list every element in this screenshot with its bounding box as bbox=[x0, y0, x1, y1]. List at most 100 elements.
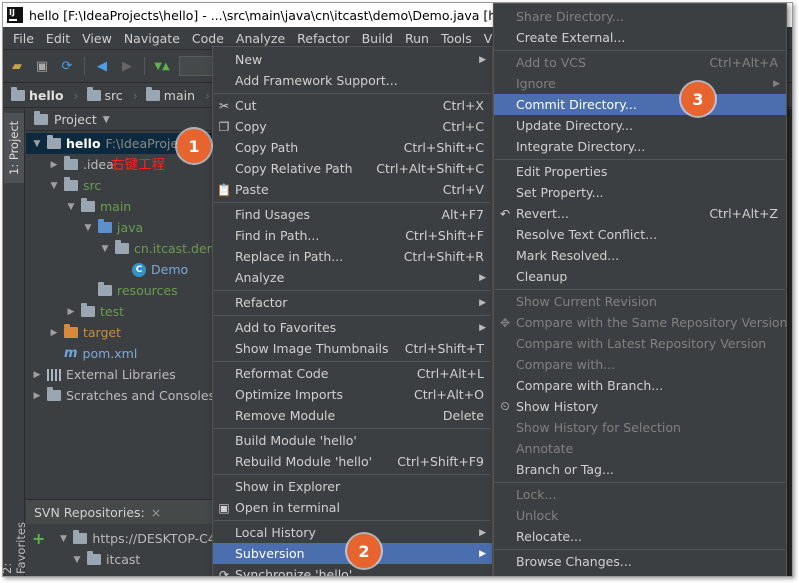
back-arrow-icon[interactable]: ◀ bbox=[94, 58, 110, 74]
menu-refactor[interactable]: Refactor bbox=[291, 31, 355, 46]
menu-item-analyze[interactable]: Analyze ▶ bbox=[213, 267, 492, 288]
menu-view[interactable]: View bbox=[76, 31, 118, 46]
folder-icon bbox=[81, 198, 95, 212]
expand-arrow-icon[interactable]: ▶ bbox=[49, 160, 59, 170]
tree-item-cn-itcast-dem[interactable]: ▼ cn.itcast.dem bbox=[100, 238, 216, 259]
close-icon[interactable]: × bbox=[151, 505, 161, 520]
menu-item-add-to-favorites[interactable]: Add to Favorites ▶ bbox=[213, 317, 492, 338]
menu-item-mark-resolved[interactable]: Mark Resolved... bbox=[494, 245, 786, 266]
menu-item-copy-path[interactable]: Copy Path Ctrl+Shift+C bbox=[213, 137, 492, 158]
menu-tools[interactable]: Tools bbox=[435, 31, 478, 46]
menu-run[interactable]: Run bbox=[399, 31, 435, 46]
menu-item-add-framework-support[interactable]: Add Framework Support... bbox=[213, 70, 492, 91]
package-icon bbox=[115, 240, 129, 254]
expand-arrow-icon[interactable]: ▼ bbox=[58, 534, 68, 544]
submenu-arrow-icon: ▶ bbox=[479, 272, 486, 283]
menu-item-open-in-terminal[interactable]: ▣ Open in terminal bbox=[213, 497, 492, 518]
menu-analyze[interactable]: Analyze bbox=[230, 31, 291, 46]
tree-item-idea[interactable]: ▶ .idea bbox=[49, 154, 114, 175]
menu-item-branch-or-tag[interactable]: Branch or Tag... bbox=[494, 459, 786, 480]
tree-item-src[interactable]: ▼ src bbox=[49, 175, 101, 196]
menu-item-rebuild-module-hello[interactable]: Rebuild Module 'hello' Ctrl+Shift+F9 bbox=[213, 451, 492, 472]
breadcrumb-item-project[interactable]: hello bbox=[11, 86, 64, 103]
submenu-arrow-icon: ▶ bbox=[773, 78, 780, 89]
menu-item-copy[interactable]: ❐ Copy Ctrl+C bbox=[213, 116, 492, 137]
menu-item-revert[interactable]: ↶ Revert... Ctrl+Alt+Z bbox=[494, 203, 786, 224]
menu-item-browse-changes[interactable]: Browse Changes... bbox=[494, 551, 786, 572]
expand-arrow-icon[interactable]: ▼ bbox=[83, 223, 93, 233]
tree-item-demo[interactable]: C Demo bbox=[117, 259, 188, 280]
tree-item-pom-xml[interactable]: m pom.xml bbox=[49, 343, 137, 364]
menu-item-relocate[interactable]: Relocate... bbox=[494, 526, 786, 547]
menu-item-commit-directory[interactable]: Commit Directory... bbox=[494, 94, 786, 115]
menu-edit[interactable]: Edit bbox=[40, 31, 76, 46]
tree-item-java[interactable]: ▼ java bbox=[83, 217, 143, 238]
tree-item-target[interactable]: ▶ target bbox=[49, 322, 121, 343]
menu-item-set-property[interactable]: Set Property... bbox=[494, 182, 786, 203]
expand-arrow-icon[interactable]: ▼ bbox=[66, 202, 76, 212]
menu-item-optimize-imports[interactable]: Optimize Imports Ctrl+Alt+O bbox=[213, 384, 492, 405]
favorites-tool-tab[interactable]: 2: Favorites bbox=[3, 510, 28, 574]
menu-item-cut[interactable]: ✂ Cut Ctrl+X bbox=[213, 95, 492, 116]
svn-repo-row[interactable]: + ▼ https://DESKTOP-C4 bbox=[32, 528, 216, 549]
menu-separator bbox=[214, 474, 491, 475]
expand-arrow-icon[interactable]: ▼ bbox=[100, 244, 110, 254]
tree-item-label: hello bbox=[66, 136, 101, 151]
menu-item-show-in-explorer[interactable]: Show in Explorer bbox=[213, 476, 492, 497]
menu-navigate[interactable]: Navigate bbox=[118, 31, 186, 46]
menu-build[interactable]: Build bbox=[356, 31, 399, 46]
menu-item-integrate-directory[interactable]: Integrate Directory... bbox=[494, 136, 786, 157]
menu-item-find-usages[interactable]: Find Usages Alt+F7 bbox=[213, 204, 492, 225]
tree-item-scratches-and-consoles[interactable]: ▶ Scratches and Consoles bbox=[32, 385, 215, 406]
expand-arrow-icon[interactable]: ▶ bbox=[32, 370, 42, 380]
chevron-down-icon[interactable]: ▼ bbox=[103, 115, 110, 125]
menu-separator bbox=[495, 159, 785, 160]
project-panel-header[interactable]: Project ▼ bbox=[26, 109, 216, 131]
menu-item-copy-relative-path[interactable]: Copy Relative Path Ctrl+Alt+Shift+C bbox=[213, 158, 492, 179]
svn-repo-row[interactable]: ▼ itcast bbox=[72, 549, 140, 570]
menu-item-replace-in-path[interactable]: Replace in Path... Ctrl+Shift+R bbox=[213, 246, 492, 267]
menu-item-show-history[interactable]: ⏲ Show History bbox=[494, 396, 786, 417]
breadcrumb-item-main[interactable]: main bbox=[145, 86, 195, 103]
expand-arrow-icon[interactable]: ▼ bbox=[32, 139, 42, 149]
menu-item-edit-properties[interactable]: Edit Properties bbox=[494, 161, 786, 182]
expand-arrow-icon[interactable]: ▼ bbox=[49, 181, 59, 191]
expand-arrow-icon[interactable]: ▶ bbox=[32, 391, 42, 401]
build-icon[interactable]: ▼▲ bbox=[154, 58, 170, 74]
menu-item-reformat-code[interactable]: Reformat Code Ctrl+Alt+L bbox=[213, 363, 492, 384]
menu-item-compare-with-branch[interactable]: Compare with Branch... bbox=[494, 375, 786, 396]
libraries-icon bbox=[47, 368, 61, 381]
project-icon bbox=[34, 111, 48, 125]
menu-separator bbox=[495, 50, 785, 51]
tree-item-main[interactable]: ▼ main bbox=[66, 196, 131, 217]
menu-item-paste[interactable]: 📋 Paste Ctrl+V bbox=[213, 179, 492, 200]
add-repository-icon[interactable]: + bbox=[32, 529, 45, 548]
menu-item-resolve-text-conflict[interactable]: Resolve Text Conflict... bbox=[494, 224, 786, 245]
menu-item-synchronize-hello[interactable]: ⟳ Synchronize 'hello' bbox=[213, 564, 492, 576]
menu-code[interactable]: Code bbox=[186, 31, 230, 46]
menu-file[interactable]: File bbox=[7, 31, 40, 46]
forward-arrow-icon[interactable]: ▶ bbox=[119, 58, 135, 74]
menu-item-cleanup[interactable]: Cleanup bbox=[494, 266, 786, 287]
expand-arrow-icon[interactable]: ▶ bbox=[66, 307, 76, 317]
sync-icon[interactable]: ⟳ bbox=[59, 58, 75, 74]
menu-item-label: Analyze bbox=[235, 270, 285, 285]
expand-arrow-icon[interactable]: ▶ bbox=[49, 328, 59, 338]
menu-item-create-external[interactable]: Create External... bbox=[494, 27, 786, 48]
menu-item-update-directory[interactable]: Update Directory... bbox=[494, 115, 786, 136]
menu-item-build-module-hello[interactable]: Build Module 'hello' bbox=[213, 430, 492, 451]
tree-item-external-libraries[interactable]: ▶ External Libraries bbox=[32, 364, 176, 385]
expand-arrow-icon[interactable]: ▼ bbox=[72, 555, 82, 565]
tree-item-test[interactable]: ▶ test bbox=[66, 301, 124, 322]
menu-item-show-image-thumbnails[interactable]: Show Image Thumbnails Ctrl+Shift+T bbox=[213, 338, 492, 359]
breadcrumb-item-src[interactable]: src bbox=[86, 86, 123, 103]
menu-item-shortcut: Ctrl+Shift+C bbox=[403, 140, 484, 155]
project-tool-tab[interactable]: 1: Project bbox=[4, 113, 24, 183]
menu-item-remove-module[interactable]: Remove Module Delete bbox=[213, 405, 492, 426]
menu-item-refactor[interactable]: Refactor ▶ bbox=[213, 292, 492, 313]
open-folder-icon[interactable]: ▰ bbox=[9, 58, 25, 74]
menu-item-new[interactable]: New ▶ bbox=[213, 49, 492, 70]
save-icon[interactable]: ▣ bbox=[34, 58, 50, 74]
menu-item-find-in-path[interactable]: Find in Path... Ctrl+Shift+F bbox=[213, 225, 492, 246]
tree-item-resources[interactable]: resources bbox=[83, 280, 178, 301]
